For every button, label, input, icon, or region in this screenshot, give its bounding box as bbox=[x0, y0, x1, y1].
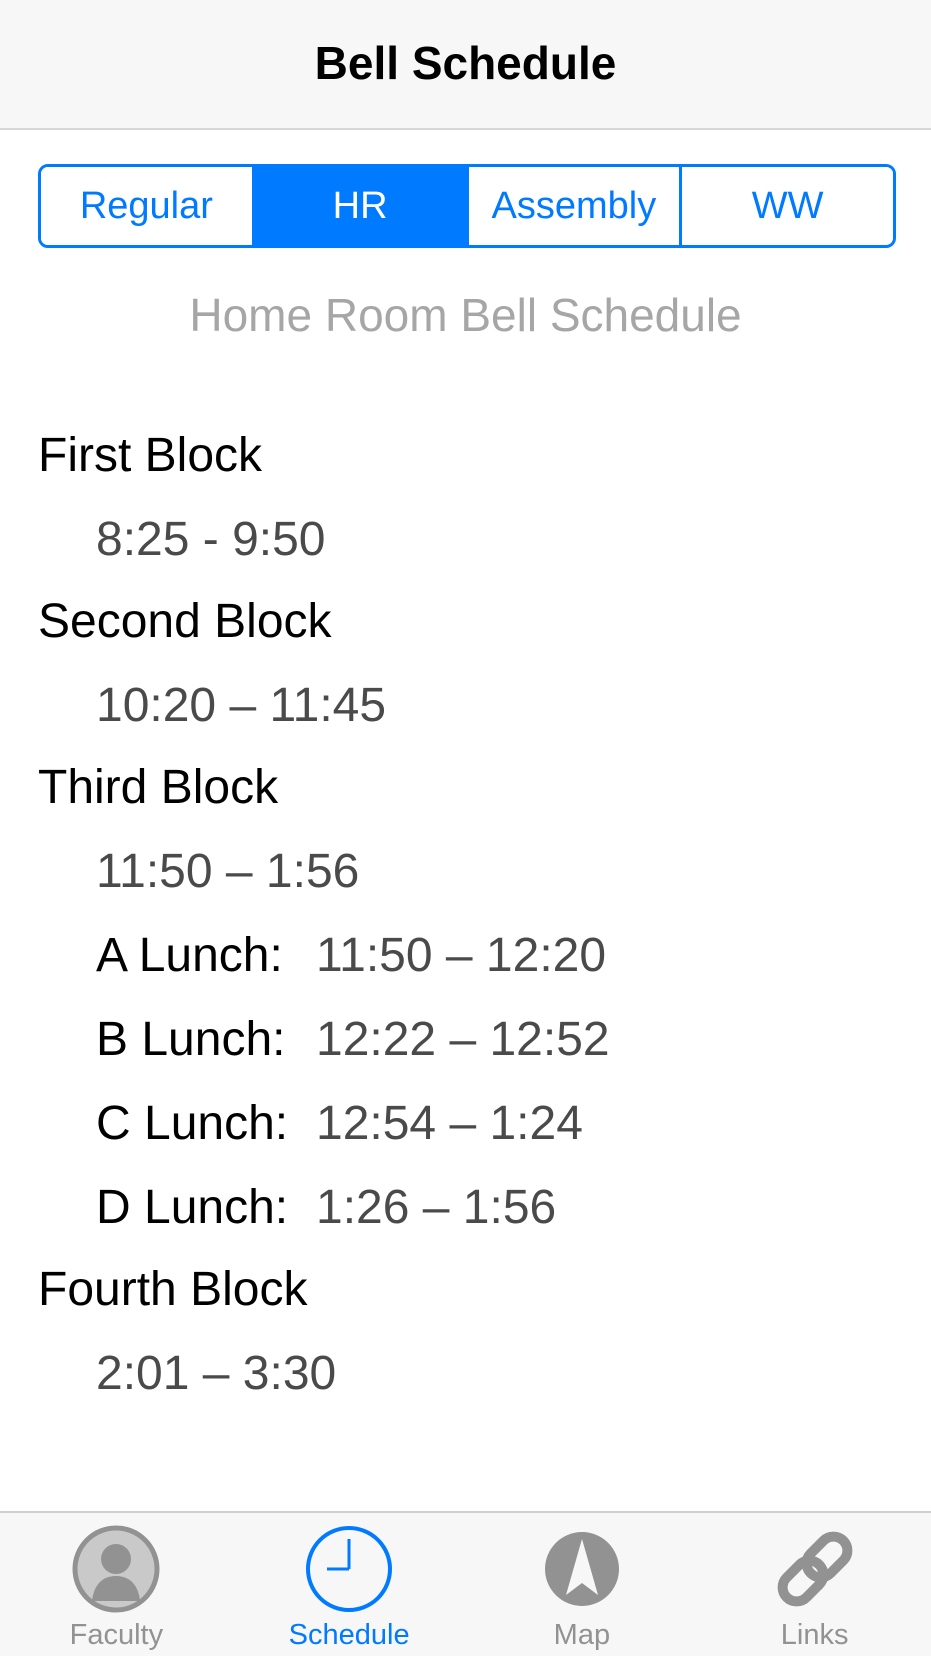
lunch-time: 12:54 – 1:24 bbox=[316, 1097, 583, 1150]
block-name-third: Third Block bbox=[38, 761, 279, 814]
block-name-second: Second Block bbox=[38, 595, 332, 648]
faculty-person-icon bbox=[72, 1525, 160, 1613]
lunch-time: 1:26 – 1:56 bbox=[316, 1181, 557, 1234]
page-title: Bell Schedule bbox=[314, 37, 617, 89]
lunch-row-b: B Lunch: 12:22 – 12:52 bbox=[38, 998, 898, 1082]
block-time-third: 11:50 – 1:56 bbox=[96, 845, 360, 898]
tab-schedule[interactable]: Schedule bbox=[233, 1513, 466, 1656]
tab-label: Links bbox=[780, 1619, 849, 1651]
compass-arrow-icon bbox=[544, 1532, 619, 1606]
tab-links[interactable]: Links bbox=[698, 1513, 931, 1656]
bell-schedule-screen: Bell Schedule Regular HR Assembly WW Hom… bbox=[0, 0, 931, 1656]
schedule-subtitle: Home Room Bell Schedule bbox=[189, 289, 742, 341]
chain-link-icon bbox=[777, 1531, 853, 1607]
lunch-row-a: A Lunch: 11:50 – 12:20 bbox=[38, 914, 898, 998]
segment-hr[interactable]: HR bbox=[254, 167, 469, 245]
block-name-fourth: Fourth Block bbox=[38, 1263, 308, 1316]
schedule-type-segmented-control: Regular HR Assembly WW bbox=[38, 164, 896, 248]
lunch-time: 11:50 – 12:20 bbox=[316, 929, 607, 982]
lunch-row-c: C Lunch: 12:54 – 1:24 bbox=[38, 1082, 898, 1166]
block-time-first: 8:25 - 9:50 bbox=[96, 513, 326, 566]
block-time-fourth: 2:01 – 3:30 bbox=[96, 1347, 337, 1400]
lunch-row-d: D Lunch: 1:26 – 1:56 bbox=[38, 1166, 898, 1250]
tab-bar: Faculty Schedule Map Links bbox=[0, 1511, 931, 1656]
lunch-label: D Lunch: bbox=[96, 1181, 289, 1234]
clock-icon bbox=[306, 1526, 393, 1612]
segment-ww[interactable]: WW bbox=[682, 167, 893, 245]
schedule-list: First Block 8:25 - 9:50 Second Block 10:… bbox=[38, 416, 898, 1416]
tab-label: Schedule bbox=[288, 1619, 410, 1651]
block-name-first: First Block bbox=[38, 429, 263, 482]
lunch-label: A Lunch: bbox=[96, 929, 283, 982]
navigation-bar: Bell Schedule bbox=[0, 0, 931, 130]
tab-label: Map bbox=[553, 1619, 611, 1651]
lunch-label: C Lunch: bbox=[96, 1097, 289, 1150]
lunch-label: B Lunch: bbox=[96, 1013, 286, 1066]
tab-map[interactable]: Map bbox=[466, 1513, 699, 1656]
segment-regular[interactable]: Regular bbox=[41, 167, 255, 245]
lunch-time: 12:22 – 12:52 bbox=[316, 1013, 610, 1066]
tab-faculty[interactable]: Faculty bbox=[0, 1513, 233, 1656]
segment-assembly[interactable]: Assembly bbox=[468, 167, 683, 245]
tab-label: Faculty bbox=[69, 1619, 164, 1651]
block-time-second: 10:20 – 11:45 bbox=[96, 679, 387, 732]
